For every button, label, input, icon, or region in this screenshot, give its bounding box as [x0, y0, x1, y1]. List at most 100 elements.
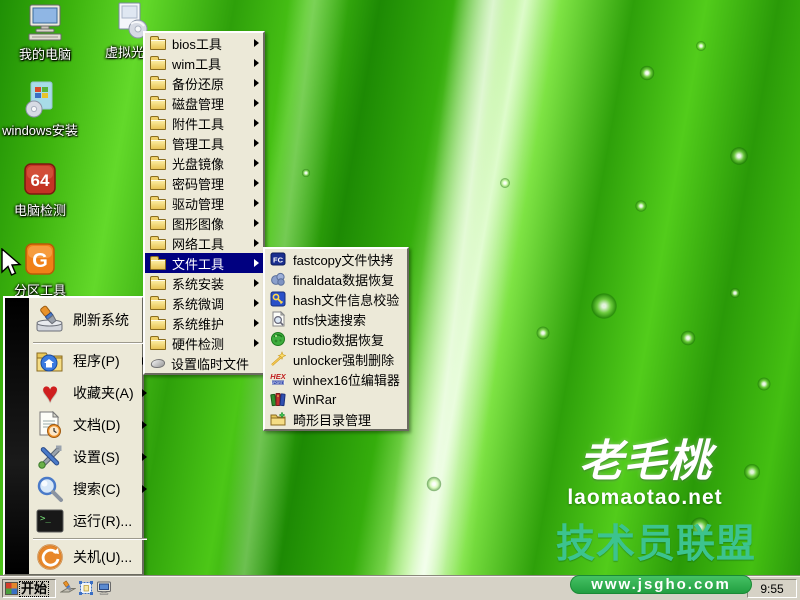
menu-item-bios-tools[interactable]: bios工具 — [145, 33, 263, 53]
start-menu-item-run[interactable]: >_ 运行(R)... — [29, 505, 151, 537]
submenu-arrow-icon — [254, 39, 259, 47]
start-menu-item-label: 搜索(C) — [73, 479, 120, 499]
menu-item-label: 驱动管理 — [172, 194, 224, 213]
menu-item-label: fastcopy文件快拷 — [293, 250, 393, 269]
search-icon — [35, 474, 65, 504]
start-menu-item-label: 刷新系统 — [73, 310, 129, 330]
shutdown-icon — [35, 542, 65, 572]
union-watermark: 技术员联盟 — [556, 522, 796, 568]
menu-item-finaldata[interactable]: finaldata数据恢复 — [265, 269, 407, 289]
folder-icon — [150, 99, 166, 110]
start-button-label: 开始 — [20, 582, 48, 596]
menu-item-wim-tools[interactable]: wim工具 — [145, 53, 263, 73]
file-tools-submenu: FC fastcopy文件快拷 finaldata数据恢复 hash文件信息校验… — [263, 247, 409, 431]
menu-item-label: 系统微调 — [172, 294, 224, 313]
menu-item-label: unlocker强制删除 — [293, 350, 394, 369]
menu-item-fastcopy[interactable]: FC fastcopy文件快拷 — [265, 249, 407, 269]
menu-item-label: 设置临时文件 — [171, 354, 249, 373]
menu-item-cd-image[interactable]: 光盘镜像 — [145, 153, 263, 173]
menu-item-label: winhex16位编辑器 — [293, 370, 400, 389]
menu-item-temp-file-settings[interactable]: 设置临时文件 — [145, 353, 263, 373]
show-desktop-icon[interactable] — [60, 580, 76, 596]
favorites-icon: ♥ — [35, 378, 65, 408]
menu-item-label: 管理工具 — [172, 134, 224, 153]
menu-item-rstudio[interactable]: rstudio数据恢复 — [265, 329, 407, 349]
menu-item-label: 文件工具 — [172, 254, 224, 273]
menu-item-hardware-detect[interactable]: 硬件检测 — [145, 333, 263, 353]
menu-item-file-tools[interactable]: 文件工具 — [145, 253, 263, 273]
start-menu-item-favorites[interactable]: ♥ 收藏夹(A) — [29, 377, 151, 409]
menu-item-label: 系统安装 — [172, 274, 224, 293]
pe-frame-icon[interactable] — [78, 580, 94, 596]
menu-item-hash[interactable]: hash文件信息校验 — [265, 289, 407, 309]
menu-item-malformed-dir[interactable]: 畸形目录管理 — [265, 409, 407, 429]
hash-key-icon — [270, 291, 286, 307]
desktop-icon-label: windows安装 — [2, 120, 78, 139]
submenu-arrow-icon — [254, 339, 259, 347]
folder-icon — [150, 319, 166, 330]
submenu-arrow-icon — [254, 179, 259, 187]
programs-icon — [35, 346, 65, 376]
submenu-arrow-icon — [254, 159, 259, 167]
menu-item-system-install[interactable]: 系统安装 — [145, 273, 263, 293]
desktop-icon-windows-setup[interactable]: windows安装 — [1, 80, 79, 140]
start-menu-item-label: 程序(P) — [73, 351, 120, 371]
menu-item-label: rstudio数据恢复 — [293, 330, 384, 349]
menu-item-label: 畸形目录管理 — [293, 410, 371, 429]
my-computer-icon — [25, 4, 65, 42]
menu-item-label: 网络工具 — [172, 234, 224, 253]
svg-text:64: 64 — [31, 171, 50, 190]
menu-item-disk-management[interactable]: 磁盘管理 — [145, 93, 263, 113]
svg-text:SPORTS: SPORTS — [271, 381, 286, 385]
folder-icon — [150, 79, 166, 90]
menu-item-ntfs-search[interactable]: ntfs快速搜索 — [265, 309, 407, 329]
submenu-arrow-icon — [254, 299, 259, 307]
folder-open-icon — [150, 259, 166, 270]
start-button[interactable]: 开始 — [2, 579, 56, 598]
menu-item-backup-restore[interactable]: 备份还原 — [145, 73, 263, 93]
start-menu-item-label: 设置(S) — [73, 447, 120, 467]
desktop: 老毛桃 laomaotao.net 技术员联盟 www.jsgho.com 我的… — [0, 0, 800, 600]
svg-text:>_: >_ — [40, 514, 51, 524]
folder-icon — [150, 279, 166, 290]
display-icon[interactable] — [96, 580, 112, 596]
menu-item-graphics[interactable]: 图形图像 — [145, 213, 263, 233]
menu-item-label: 系统维护 — [172, 314, 224, 333]
desktop-icon-hardware-test[interactable]: 64 电脑检测 — [1, 160, 79, 220]
fastcopy-icon: FC — [270, 251, 286, 267]
laomaotao-script: 老毛桃 — [538, 438, 752, 486]
desktop-icon-my-computer[interactable]: 我的电脑 — [6, 4, 84, 64]
start-menu-item-label: 关机(U)... — [73, 547, 132, 567]
menu-item-admin-tools[interactable]: 管理工具 — [145, 133, 263, 153]
menu-item-driver-management[interactable]: 驱动管理 — [145, 193, 263, 213]
start-menu-item-settings[interactable]: 设置(S) — [29, 441, 151, 473]
menu-item-label: 图形图像 — [172, 214, 224, 233]
start-menu-item-documents[interactable]: 文档(D) — [29, 409, 151, 441]
menu-item-password-management[interactable]: 密码管理 — [145, 173, 263, 193]
start-menu: Windows PE 2003 刷新系统 — [3, 296, 144, 576]
start-menu-item-search[interactable]: 搜索(C) — [29, 473, 151, 505]
laomaotao-domain: laomaotao.net — [538, 486, 752, 510]
submenu-arrow-icon — [142, 389, 147, 397]
start-menu-item-programs[interactable]: 程序(P) — [29, 345, 151, 377]
start-menu-item-label: 收藏夹(A) — [73, 383, 134, 403]
start-menu-item-shutdown[interactable]: 关机(U)... — [29, 541, 151, 573]
folder-icon — [150, 339, 166, 350]
menu-item-network-tools[interactable]: 网络工具 — [145, 233, 263, 253]
run-icon: >_ — [35, 506, 65, 536]
desktop-icon-label: 我的电脑 — [19, 44, 71, 63]
svg-text:HEX: HEX — [270, 372, 286, 381]
menu-item-unlocker[interactable]: unlocker强制删除 — [265, 349, 407, 369]
desktop-icon-label: 电脑检测 — [14, 200, 66, 219]
start-menu-item-refresh-system[interactable]: 刷新系统 — [29, 299, 151, 341]
menu-item-label: hash文件信息校验 — [293, 290, 399, 309]
menu-item-accessory-tools[interactable]: 附件工具 — [145, 113, 263, 133]
menu-item-system-maintenance[interactable]: 系统维护 — [145, 313, 263, 333]
winhex-icon: HEXSPORTS — [270, 371, 286, 387]
menu-item-winrar[interactable]: WinRar — [265, 389, 407, 409]
menu-item-label: 备份还原 — [172, 74, 224, 93]
folder-icon — [150, 139, 166, 150]
menu-item-label: 磁盘管理 — [172, 94, 224, 113]
menu-item-winhex[interactable]: HEXSPORTS winhex16位编辑器 — [265, 369, 407, 389]
menu-item-system-tweak[interactable]: 系统微调 — [145, 293, 263, 313]
